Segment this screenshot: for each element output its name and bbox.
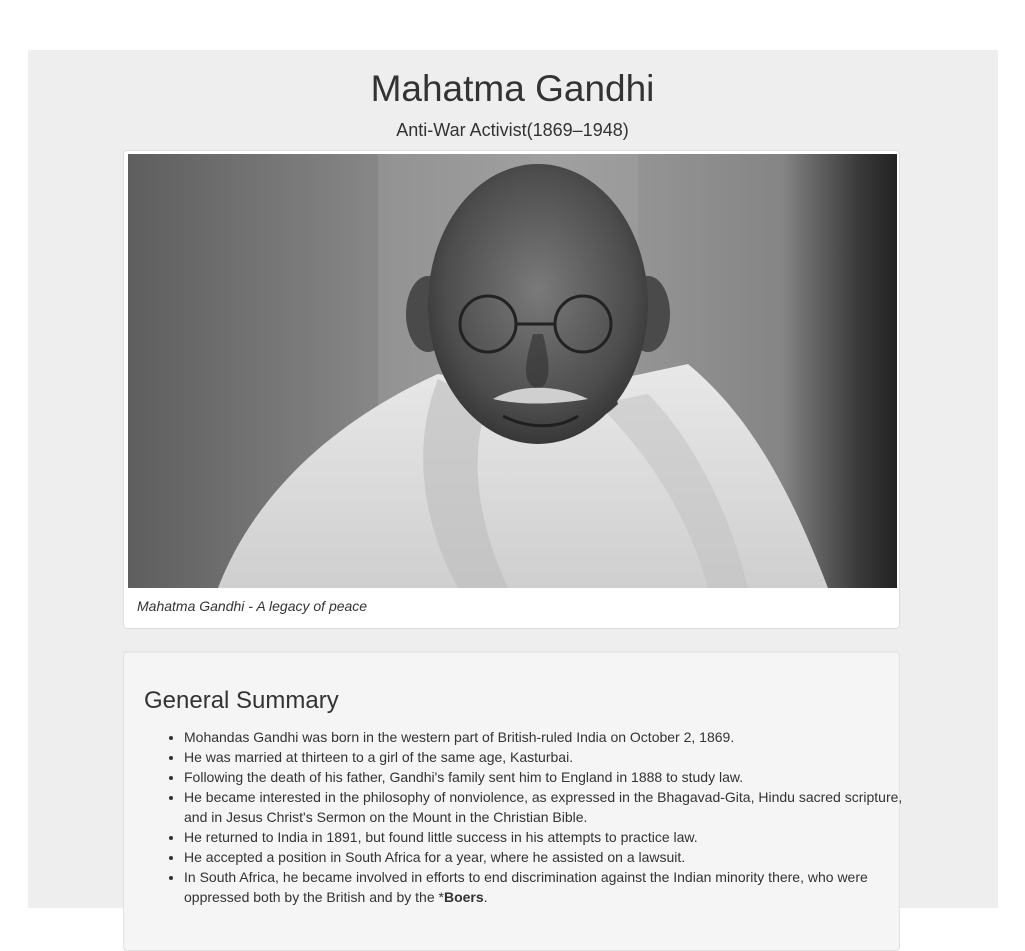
summary-panel: General Summary Mohandas Gandhi was born… <box>123 651 902 951</box>
boers-term: Boers <box>443 889 484 905</box>
summary-item-end: . <box>483 889 488 905</box>
summary-item: He was married at thirteen to a girl of … <box>184 747 924 767</box>
page-subtitle: Anti-War Activist(1869–1948) <box>396 120 629 140</box>
summary-item: He returned to India in 1891, but found … <box>184 827 924 847</box>
summary-list: Mohandas Gandhi was born in the western … <box>144 727 924 907</box>
summary-item: Mohandas Gandhi was born in the western … <box>184 727 924 747</box>
summary-heading: General Summary <box>144 687 339 714</box>
portrait-thumbnail: Mahatma Gandhi - A legacy of peace <box>123 150 900 629</box>
summary-item: He accepted a position in South Africa f… <box>184 847 924 867</box>
page-title: Mahatma Gandhi <box>370 68 655 109</box>
summary-item-text: In South Africa, he became involved in e… <box>184 869 868 905</box>
gandhi-portrait-image <box>128 154 897 588</box>
portrait-illustration <box>128 154 897 588</box>
summary-item: In South Africa, he became involved in e… <box>184 867 924 907</box>
summary-item: He became interested in the philosophy o… <box>184 787 924 827</box>
portrait-caption: Mahatma Gandhi - A legacy of peace <box>137 598 368 614</box>
summary-item: Following the death of his father, Gandh… <box>184 767 924 787</box>
